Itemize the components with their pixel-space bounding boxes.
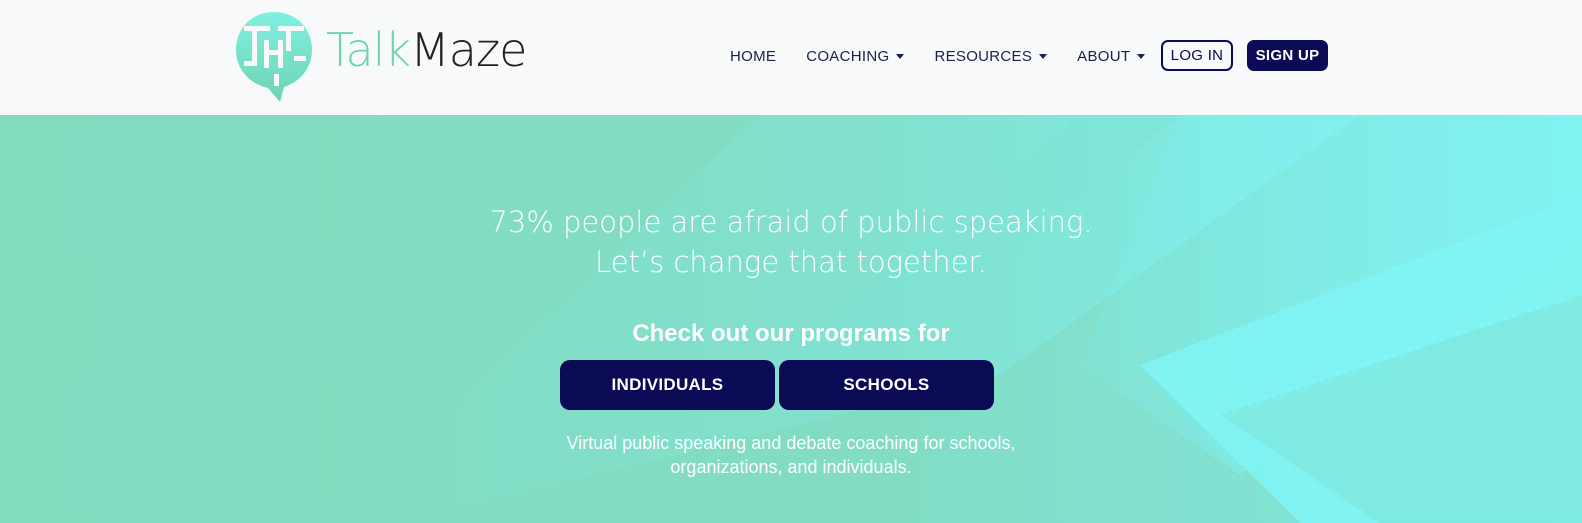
hero-section: 73% people are afraid of public speaking… xyxy=(0,115,1582,523)
nav-resources-label: RESOURCES xyxy=(934,47,1033,65)
caret-down-icon xyxy=(1039,53,1048,59)
brand-name-maze: Maze xyxy=(410,23,527,77)
programs-label: Check out our programs for xyxy=(632,320,950,347)
nav-coaching[interactable]: COACHING xyxy=(806,47,905,65)
nav-about[interactable]: ABOUT xyxy=(1077,47,1146,65)
nav-home[interactable]: HOME xyxy=(730,48,776,65)
schools-button[interactable]: SCHOOLS xyxy=(779,360,994,410)
caret-down-icon xyxy=(1137,53,1146,59)
nav-about-label: ABOUT xyxy=(1077,47,1131,65)
hero-headline-line2: Let’s change that together. xyxy=(595,245,987,279)
talkmaze-logo-icon xyxy=(234,10,314,104)
nav-resources[interactable]: RESOURCES xyxy=(934,47,1048,65)
login-button[interactable]: LOG IN xyxy=(1161,40,1233,71)
signup-button[interactable]: SIGN UP xyxy=(1247,40,1328,71)
brand-logo-link[interactable]: TalkMaze xyxy=(234,10,527,104)
main-nav: HOME COACHING RESOURCES ABOUT xyxy=(730,40,1146,72)
caret-down-icon xyxy=(896,53,905,59)
hero-headline-line1: 73% people are afraid of public speaking… xyxy=(489,205,1093,239)
hero-subtext-line2: organizations, and individuals. xyxy=(670,457,912,477)
navbar: TalkMaze HOME COACHING RESOURCES ABOUT L… xyxy=(0,0,1582,115)
nav-home-label: HOME xyxy=(730,47,777,65)
hero-subtext-line1: Virtual public speaking and debate coach… xyxy=(566,433,1016,453)
brand-name: TalkMaze xyxy=(326,27,527,73)
nav-coaching-label: COACHING xyxy=(806,47,890,65)
individuals-button[interactable]: INDIVIDUALS xyxy=(560,360,775,410)
brand-name-talk: Talk xyxy=(326,23,411,77)
